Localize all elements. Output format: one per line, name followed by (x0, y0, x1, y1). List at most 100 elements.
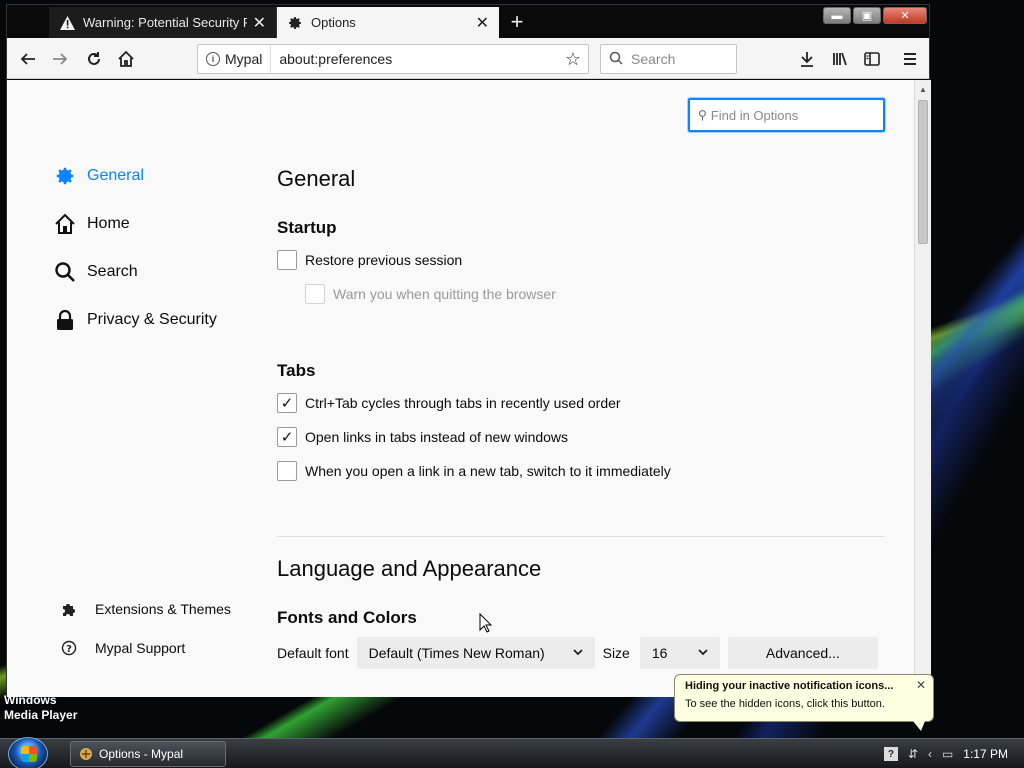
size-label: Size (602, 645, 630, 661)
restore-session-checkbox[interactable] (277, 250, 297, 270)
startup-heading: Startup (277, 218, 337, 237)
warning-icon (59, 15, 75, 31)
maximize-button[interactable]: ▣ (853, 7, 881, 24)
url-bar[interactable]: i Mypal about:preferences ☆ (197, 44, 589, 74)
notification-text: To see the hidden icons, click this butt… (685, 698, 885, 710)
reload-button[interactable] (81, 46, 107, 72)
category-home[interactable]: Home (53, 212, 130, 236)
notification-balloon[interactable]: Hiding your inactive notification icons.… (674, 674, 934, 731)
site-identity[interactable]: i Mypal (198, 45, 272, 73)
home-button[interactable] (113, 46, 139, 72)
default-font-value: Default (Times New Roman) (368, 645, 545, 661)
chevron-down-icon (698, 647, 708, 659)
help-icon[interactable]: ? (883, 747, 898, 761)
ctrl-tab-option[interactable]: ✓ Ctrl+Tab cycles through tabs in recent… (277, 393, 621, 413)
info-icon: i (206, 52, 220, 66)
navigation-toolbar: i Mypal about:preferences ☆ Search (7, 38, 929, 79)
downloads-button[interactable] (794, 46, 820, 72)
option-label: Restore previous session (305, 252, 463, 268)
category-label: Search (87, 263, 138, 280)
warn-quit-option: Warn you when quitting the browser (305, 284, 556, 304)
font-settings-row: Default font Default (Times New Roman) S… (277, 637, 878, 669)
home-icon (53, 212, 77, 236)
preferences-page: ⚲ Find in Options General Home Search Pr… (7, 80, 914, 697)
tab-security-warning[interactable]: Warning: Potential Security Risk ✕ (49, 7, 277, 38)
font-size-select[interactable]: 16 (639, 637, 720, 669)
scroll-up-icon[interactable]: ▲ (919, 85, 927, 94)
new-tab-button[interactable]: + (504, 8, 530, 36)
minimize-button[interactable]: ▬ (823, 7, 851, 24)
desktop-icon-label[interactable]: Windows Media Player (4, 693, 78, 723)
section-divider (277, 536, 885, 537)
search-bar[interactable]: Search (600, 44, 737, 74)
help-icon: ? (57, 636, 81, 660)
switch-new-tab-option[interactable]: When you open a link in a new tab, switc… (277, 461, 671, 481)
lock-icon (53, 308, 77, 332)
reload-icon (88, 52, 100, 65)
option-label: Warn you when quitting the browser (333, 286, 556, 302)
support-label: Mypal Support (95, 640, 186, 656)
search-placeholder: Search (631, 51, 676, 67)
sidebar-icon (864, 52, 880, 66)
find-in-options-input[interactable]: ⚲ Find in Options (688, 98, 885, 132)
open-links-tabs-checkbox[interactable]: ✓ (277, 427, 297, 447)
option-label: Ctrl+Tab cycles through tabs in recently… (305, 395, 621, 411)
category-privacy-security[interactable]: Privacy & Security (53, 308, 217, 332)
notification-title: Hiding your inactive notification icons.… (685, 680, 894, 692)
close-icon[interactable]: ✕ (916, 678, 926, 692)
bookmark-star-icon[interactable]: ☆ (558, 49, 588, 70)
category-general[interactable]: General (53, 164, 144, 188)
gear-icon (53, 164, 77, 188)
sidebar-button[interactable] (859, 46, 885, 72)
close-icon[interactable]: ✕ (253, 13, 266, 33)
switch-new-tab-checkbox[interactable] (277, 461, 297, 481)
system-tray: ? ⇵ ‹ ▭ 1:17 PM (883, 739, 1024, 768)
menu-button[interactable] (897, 46, 923, 72)
font-size-value: 16 (651, 645, 668, 661)
clock[interactable]: 1:17 PM (963, 747, 1008, 761)
back-button[interactable] (15, 46, 41, 72)
tabs-heading: Tabs (277, 361, 316, 380)
ctrl-tab-checkbox[interactable]: ✓ (277, 393, 297, 413)
vertical-scrollbar[interactable]: ▲ (914, 80, 931, 697)
gear-icon (287, 15, 303, 31)
chevron-left-icon[interactable]: ‹ (928, 747, 932, 761)
open-links-tabs-option[interactable]: ✓ Open links in tabs instead of new wind… (277, 427, 568, 447)
tab-strip: Warning: Potential Security Risk ✕ Optio… (7, 5, 929, 38)
advanced-fonts-button[interactable]: Advanced... (727, 637, 878, 669)
category-search[interactable]: Search (53, 260, 138, 284)
window-close-button[interactable]: ✕ (883, 7, 927, 24)
chevron-down-icon (572, 647, 583, 659)
show-hidden-icons-icon[interactable]: ▭ (942, 747, 953, 761)
tab-options[interactable]: Options ✕ (277, 7, 499, 38)
url-text[interactable]: about:preferences (271, 51, 558, 67)
tab-title: Options (311, 15, 356, 30)
default-font-label: Default font (277, 645, 349, 661)
taskbar-window-button[interactable]: Options - Mypal (70, 741, 226, 767)
forward-button[interactable] (47, 46, 73, 72)
start-button[interactable] (8, 737, 48, 768)
category-label: General (87, 167, 144, 184)
hamburger-icon (904, 53, 916, 65)
find-placeholder: Find in Options (710, 107, 799, 123)
default-font-select[interactable]: Default (Times New Roman) (356, 637, 595, 669)
support-link[interactable]: ? Mypal Support (57, 636, 185, 660)
puzzle-icon (57, 597, 81, 621)
language-appearance-title: Language and Appearance (277, 556, 542, 581)
library-button[interactable] (827, 46, 853, 72)
network-icon[interactable]: ⇵ (908, 747, 918, 761)
search-icon: ⚲ (698, 108, 707, 122)
scroll-thumb[interactable] (918, 100, 928, 244)
category-label: Privacy & Security (87, 311, 217, 328)
search-icon (609, 51, 623, 68)
extensions-themes-link[interactable]: Extensions & Themes (57, 597, 231, 621)
mouse-cursor-icon (479, 613, 493, 633)
fonts-colors-heading: Fonts and Colors (277, 608, 417, 627)
window-controls: ▬ ▣ ✕ (823, 7, 927, 24)
download-icon (801, 52, 813, 67)
tab-title: Warning: Potential Security Risk (83, 15, 247, 30)
close-icon[interactable]: ✕ (476, 13, 489, 33)
restore-session-option[interactable]: Restore previous session (277, 250, 462, 270)
option-label: When you open a link in a new tab, switc… (305, 463, 671, 479)
balloon-tail (913, 721, 925, 731)
